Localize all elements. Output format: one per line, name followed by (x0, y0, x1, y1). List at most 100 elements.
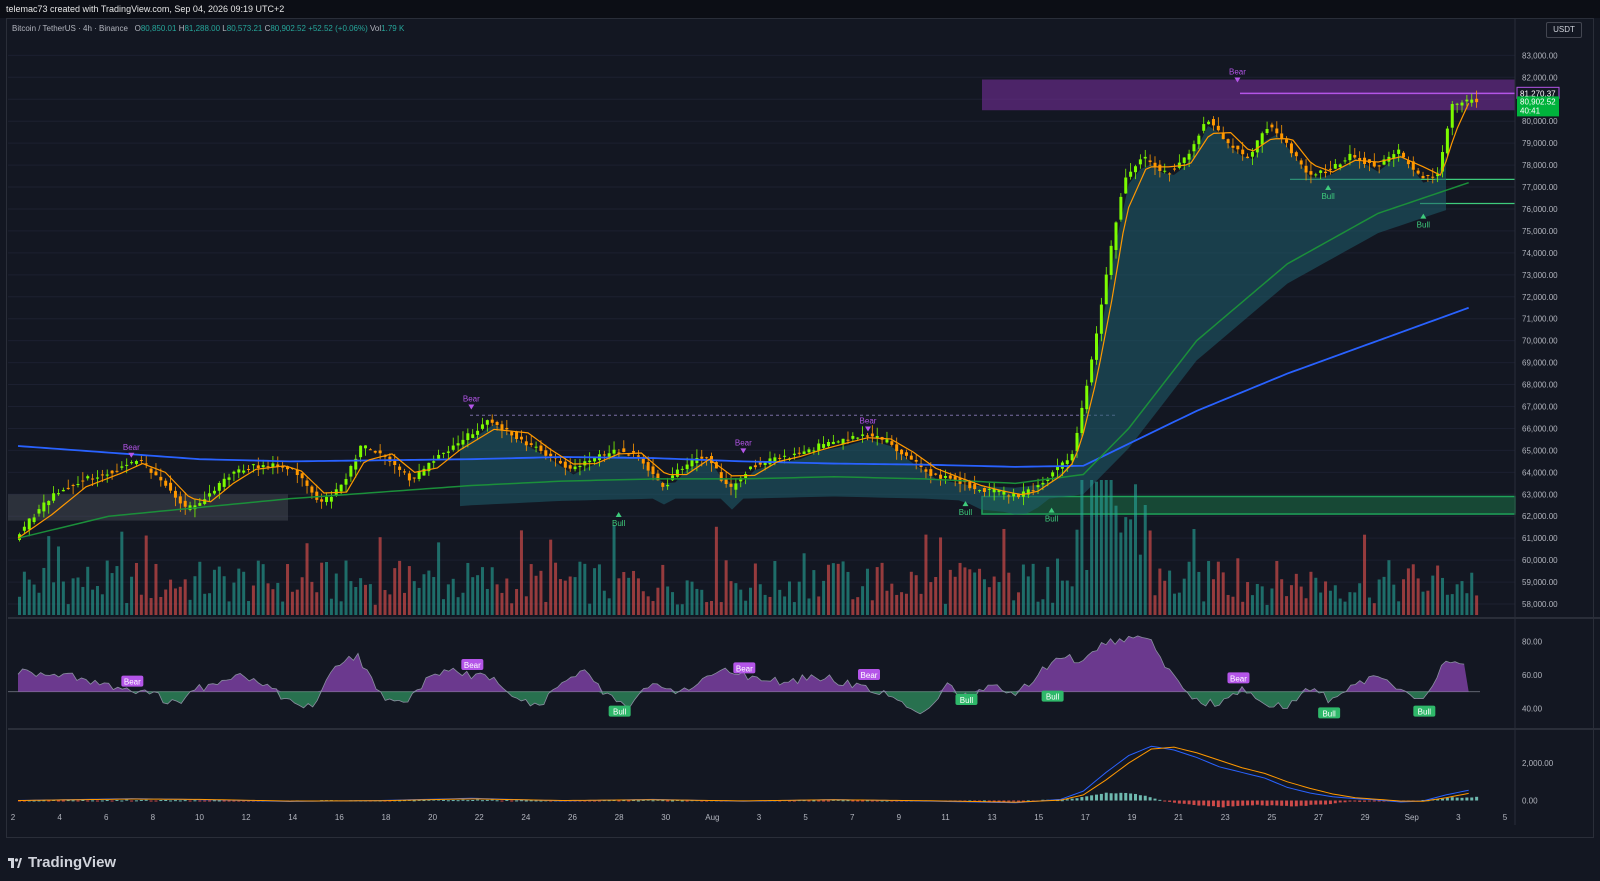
volume-bar (251, 585, 255, 615)
candle-body (939, 474, 943, 479)
candle-body (378, 450, 382, 454)
candle-body (1119, 196, 1123, 220)
osc-tick-label: 60.00 (1522, 671, 1543, 680)
macd-histogram-bar (1441, 798, 1445, 801)
candle-body (607, 453, 611, 458)
volume-bar (1065, 580, 1069, 615)
volume-bar (729, 581, 733, 615)
volume-bar (256, 560, 260, 615)
candle-body (817, 443, 821, 451)
candle-body (466, 433, 470, 441)
candle-body (646, 462, 650, 471)
candle-body (558, 460, 562, 464)
candle-body (1216, 125, 1220, 131)
macd-histogram-bar (47, 800, 51, 802)
price-tick-label: 74,000.00 (1522, 249, 1558, 258)
macd-histogram-bar (500, 800, 504, 802)
macd-histogram-bar (71, 800, 75, 802)
candle-body (573, 466, 577, 470)
volume-bar (539, 570, 543, 615)
volume-bar (76, 577, 80, 615)
candle-body (685, 464, 689, 470)
candle-body (904, 452, 908, 456)
volume-bar (1431, 575, 1435, 615)
symbol-name[interactable]: Bitcoin / TetherUS · 4h · Binance (12, 24, 128, 33)
volume-bar (164, 589, 168, 615)
volume-bar (1343, 601, 1347, 615)
macd-histogram-bar (666, 800, 670, 802)
volume-bar (812, 570, 816, 615)
volume-bar (208, 593, 212, 615)
tradingview-logo[interactable]: TradingView (8, 854, 116, 871)
volume-bar (1299, 586, 1303, 615)
macd-histogram-bar (1202, 800, 1206, 806)
candle-body (734, 483, 738, 490)
macd-histogram-bar (812, 800, 816, 802)
volume-bar (1338, 598, 1342, 615)
candle-body (705, 457, 709, 459)
volume-bar (1099, 480, 1103, 615)
price-tick-label: 73,000.00 (1522, 271, 1558, 280)
candle-body (47, 500, 51, 506)
candle-body (1372, 161, 1376, 167)
macd-histogram-bar (485, 799, 489, 801)
volume-bar (558, 579, 562, 615)
volume-bar (817, 596, 821, 615)
candle-body (943, 475, 947, 478)
volume-bar (607, 598, 611, 615)
candle-body (1304, 165, 1308, 173)
candle-body (1475, 98, 1479, 103)
currency-button[interactable]: USDT (1546, 22, 1582, 38)
chart-canvas[interactable]: 83,000.0082,000.0081,000.0080,000.0079,0… (0, 0, 1600, 848)
volume-bar (870, 600, 874, 615)
macd-histogram-bar (1270, 800, 1274, 806)
candle-body (71, 485, 75, 487)
volume-bar (1265, 604, 1269, 615)
volume-bar (1441, 577, 1445, 615)
macd-histogram-bar (519, 800, 523, 802)
candle-body (1236, 145, 1240, 150)
volume-bar (617, 578, 621, 615)
candle-body (729, 483, 733, 487)
open-value: 80,850.01 (140, 24, 177, 33)
candle-body (1095, 333, 1099, 360)
candle-body (929, 469, 933, 476)
volume-bar (958, 562, 962, 615)
bear-label: Bear (860, 416, 877, 425)
volume-bar (675, 604, 679, 615)
candle-body (237, 469, 241, 473)
macd-histogram-bar (495, 800, 499, 802)
volume-bar (929, 582, 933, 615)
macd-histogram-bar (807, 800, 811, 802)
volume-bar (646, 596, 650, 615)
candle-body (261, 465, 265, 468)
candle-body (1260, 133, 1264, 145)
candle-body (778, 457, 782, 459)
macd-histogram-bar (1114, 793, 1118, 801)
candle-body (402, 471, 406, 473)
candle-body (159, 476, 163, 481)
time-tick-label: 11 (941, 813, 950, 822)
macd-histogram-bar (203, 800, 207, 802)
macd-histogram-bar (56, 800, 60, 802)
volume-bar (534, 575, 538, 615)
volume-bar (461, 592, 465, 615)
volume-bar (276, 582, 280, 615)
candle-body (846, 439, 850, 441)
candle-body (1099, 304, 1103, 334)
candle-body (807, 449, 811, 453)
volume-bar (963, 567, 967, 615)
candle-body (1007, 495, 1011, 497)
volume-bar (661, 564, 665, 615)
candle-body (973, 484, 977, 490)
volume-bar (495, 584, 499, 615)
candle-body (61, 489, 65, 492)
volume-bar (554, 562, 558, 615)
candle-body (909, 455, 913, 460)
volume-bar (22, 571, 26, 615)
volume-bar (130, 576, 134, 615)
macd-histogram-bar (212, 800, 216, 802)
candle-body (398, 466, 402, 470)
macd-histogram-bar (1280, 800, 1284, 806)
volume-bar (802, 553, 806, 615)
